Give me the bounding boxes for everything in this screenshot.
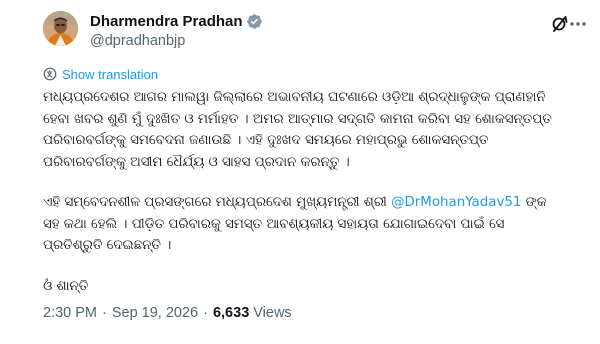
author-block: Dharmendra Pradhan @dpradhanbjp xyxy=(90,12,263,51)
avatar[interactable] xyxy=(43,11,78,46)
tweet-text: ମଧ୍ୟପ୍ରଦେଶର ଆଗର ମାଲୱା ଜିଲ୍ଲାରେ ଅଭାବନୀୟ ଘ… xyxy=(43,87,563,297)
tweet-date[interactable]: Sep 19, 2026 xyxy=(112,305,198,321)
tweet-time[interactable]: 2:30 PM xyxy=(43,305,97,321)
tweet-paragraph-3: ଓଁ ଶାନ୍ତି xyxy=(43,278,89,294)
tweet-meta: 2:30 PM · Sep 19, 2026 · 6,633 Views xyxy=(43,305,292,321)
meta-separator: · xyxy=(102,305,107,321)
tweet-card: Dharmendra Pradhan @dpradhanbjp Show tra… xyxy=(0,0,600,344)
views-count[interactable]: 6,633 xyxy=(213,305,249,321)
grok-icon[interactable] xyxy=(550,14,570,34)
name-row: Dharmendra Pradhan xyxy=(90,12,263,31)
paragraph-2-text-start: ଏହି ସମ୍ବେଦନଶୀଳ ପ୍ରସଙ୍ଗରେ ମଧ୍ୟପ୍ରଦେଶ ମୁଖ୍… xyxy=(43,195,392,210)
tweet-paragraph-1: ମଧ୍ୟପ୍ରଦେଶର ଆଗର ମାଲୱା ଜିଲ୍ଲାରେ ଅଭାବନୀୟ ଘ… xyxy=(43,90,552,170)
more-options-icon[interactable] xyxy=(568,14,588,34)
verified-badge-icon[interactable] xyxy=(246,13,263,30)
show-translation-link[interactable]: Show translation xyxy=(43,66,158,82)
author-name[interactable]: Dharmendra Pradhan xyxy=(90,13,243,30)
author-handle[interactable]: @dpradhanbjp xyxy=(90,33,263,51)
globe-translate-icon xyxy=(43,67,57,81)
tweet-header: Dharmendra Pradhan @dpradhanbjp xyxy=(43,10,586,56)
show-translation-label[interactable]: Show translation xyxy=(62,67,158,82)
views-label: Views xyxy=(253,305,292,321)
mention-link[interactable]: @DrMohanYadav51 xyxy=(391,195,521,210)
meta-separator: · xyxy=(203,305,208,321)
tweet-paragraph-2: ଏହି ସମ୍ବେଦନଶୀଳ ପ୍ରସଙ୍ଗରେ ମଧ୍ୟପ୍ରଦେଶ ମୁଖ୍… xyxy=(43,192,563,257)
